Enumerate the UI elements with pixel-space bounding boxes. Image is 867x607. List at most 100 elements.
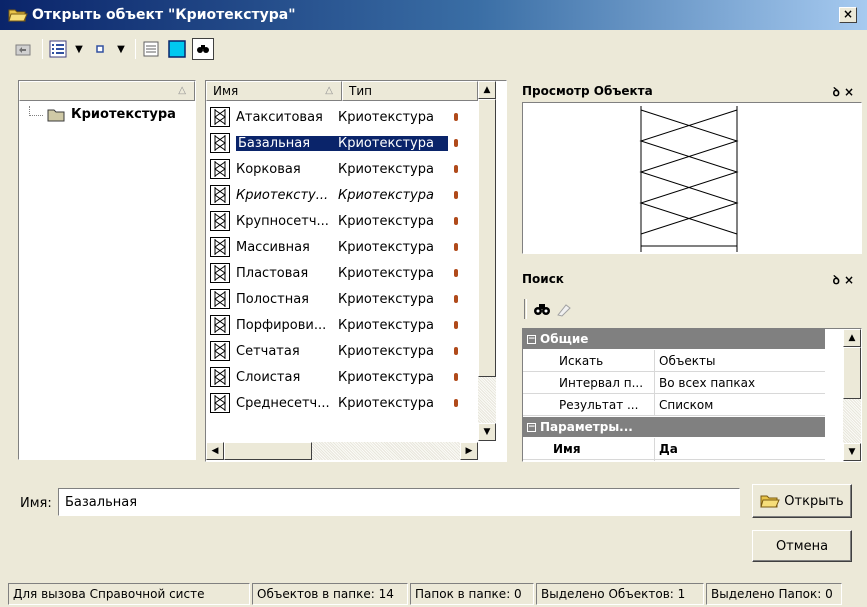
tree-item-label: Криотекстура	[71, 107, 176, 122]
tree-connector	[29, 105, 43, 116]
scroll-down-button[interactable]: ▼	[843, 443, 861, 461]
file-row[interactable]: Крупносетч... Криотекстура	[206, 209, 477, 233]
file-type: Криотекстура	[338, 109, 434, 125]
property-row[interactable]: Искать Объекты	[523, 350, 825, 372]
file-list[interactable]: Имя △ Тип Атакситовая Криотекстура Базальн…	[205, 80, 507, 462]
panel-controls-icon[interactable]: ꝺ ×	[833, 83, 854, 100]
file-row[interactable]: Корковая Криотекстура	[206, 157, 477, 181]
file-row[interactable]: Среднесетч... Криотекстура	[206, 391, 477, 415]
property-value[interactable]: Во всех папках	[655, 372, 825, 393]
cryotexture-icon	[210, 211, 230, 231]
status-dot	[454, 269, 458, 277]
file-row[interactable]: Полостная Криотекстура	[206, 287, 477, 311]
status-folders: Папок в папке: 0	[410, 582, 534, 605]
scroll-up-button[interactable]: ▲	[843, 329, 861, 347]
property-value[interactable]: Содержит	[655, 460, 825, 461]
clear-icon[interactable]	[555, 301, 573, 317]
cryotexture-icon	[210, 107, 230, 127]
status-objects: Объектов в папке: 14	[252, 582, 408, 605]
file-name: Среднесетч...	[236, 395, 330, 411]
small-icon[interactable]	[89, 38, 111, 60]
scroll-down-button[interactable]: ▼	[478, 423, 496, 441]
search-properties[interactable]: − Общие Искать Объекты Интервал п... Во все…	[522, 328, 862, 462]
binoculars-icon[interactable]	[533, 302, 551, 316]
scroll-left-button[interactable]: ◀	[206, 442, 224, 460]
search-toolbar	[522, 294, 862, 324]
file-row[interactable]: Порфирови... Криотекстура	[206, 313, 477, 337]
list-horizontal-scrollbar[interactable]: ◀ ▶	[206, 442, 478, 460]
status-dot	[454, 321, 458, 329]
cryotexture-icon	[210, 263, 230, 283]
scroll-thumb-horizontal[interactable]	[224, 442, 312, 460]
group-parameters[interactable]: − Параметры...	[523, 417, 825, 437]
collapse-icon[interactable]: −	[527, 334, 536, 344]
file-name: Криотексту...	[236, 187, 329, 203]
property-key: Интервал п...	[523, 372, 655, 393]
file-name: Полостная	[236, 291, 309, 307]
folder-tree[interactable]: △ Криотекстура	[18, 80, 196, 460]
open-button[interactable]: Открыть	[752, 484, 852, 518]
column-header-type[interactable]: Тип	[342, 81, 478, 101]
folder-open-icon	[8, 9, 28, 22]
file-row[interactable]: Атакситовая Криотекстура	[206, 105, 477, 129]
property-value[interactable]: Да	[655, 438, 825, 459]
toolbar-grip	[524, 299, 527, 319]
file-name: Слоистая	[236, 369, 301, 385]
file-row[interactable]: Криотексту... Криотекстура	[206, 183, 477, 207]
tree-item-root[interactable]: Криотекстура	[29, 105, 176, 122]
collapse-icon[interactable]: −	[527, 422, 536, 432]
status-help: Для вызова Справочной систе	[8, 582, 250, 605]
file-type: Криотекстура	[338, 135, 448, 151]
file-name: Пластовая	[236, 265, 309, 281]
file-row[interactable]: Слоистая Криотекстура	[206, 365, 477, 389]
status-dot	[454, 113, 458, 121]
scroll-thumb[interactable]	[843, 347, 861, 399]
file-type: Криотекстура	[338, 343, 434, 359]
column-header-name[interactable]: Имя △	[206, 81, 342, 101]
cancel-button[interactable]: Отмена	[752, 530, 852, 562]
dropdown-icon[interactable]: ▼	[115, 38, 127, 60]
list-vertical-scrollbar[interactable]: ▲ ▼	[478, 81, 496, 441]
property-value[interactable]: Списком	[655, 394, 825, 415]
folder-icon	[47, 109, 65, 121]
scroll-right-button[interactable]: ▶	[460, 442, 478, 460]
title-bar[interactable]: Открыть объект "Криотекстура" ×	[0, 0, 867, 30]
file-type: Криотекстура	[338, 213, 434, 229]
status-dot	[454, 347, 458, 355]
panel-controls-icon[interactable]: ꝺ ×	[833, 271, 854, 288]
sort-icon: △	[178, 85, 186, 96]
file-type: Криотекстура	[338, 395, 434, 411]
property-row[interactable]: Интервал п... Во всех папках	[523, 372, 825, 394]
file-row[interactable]: Сетчатая Криотекстура	[206, 339, 477, 363]
name-label: Имя:	[20, 496, 52, 511]
back-icon[interactable]	[12, 38, 34, 60]
toolbar-separator	[42, 39, 43, 59]
property-value[interactable]: Объекты	[655, 350, 825, 371]
search-icon[interactable]	[192, 38, 214, 60]
dropdown-icon[interactable]: ▼	[73, 38, 85, 60]
toolbar: ▼ ▼	[0, 30, 867, 68]
details-icon[interactable]	[140, 38, 162, 60]
search-panel-title: Поиск ꝺ ×	[522, 271, 854, 288]
name-input[interactable]: Базальная	[58, 488, 740, 516]
view-list-icon[interactable]	[47, 38, 69, 60]
tree-column-header[interactable]: △	[19, 81, 195, 101]
file-row[interactable]: Базальная Криотекстура	[206, 131, 477, 155]
cryotexture-icon	[210, 289, 230, 309]
property-row[interactable]: Имя Да	[523, 438, 825, 460]
preview-icon[interactable]	[166, 38, 188, 60]
props-vertical-scrollbar[interactable]: ▲ ▼	[843, 329, 861, 461]
close-icon[interactable]: ×	[839, 7, 857, 23]
cryotexture-preview-image	[639, 106, 739, 252]
scroll-up-button[interactable]: ▲	[478, 81, 496, 99]
group-general[interactable]: − Общие	[523, 329, 825, 349]
file-type: Криотекстура	[338, 317, 434, 333]
cryotexture-icon	[210, 341, 230, 361]
file-row[interactable]: Массивная Криотекстура	[206, 235, 477, 259]
file-name: Массивная	[236, 239, 310, 255]
status-dot	[454, 295, 458, 303]
property-row[interactable]: СовпадениеСодержит	[523, 460, 825, 461]
file-row[interactable]: Пластовая Криотекстура	[206, 261, 477, 285]
property-row[interactable]: Результат ... Списком	[523, 394, 825, 416]
scroll-thumb[interactable]	[478, 99, 496, 377]
